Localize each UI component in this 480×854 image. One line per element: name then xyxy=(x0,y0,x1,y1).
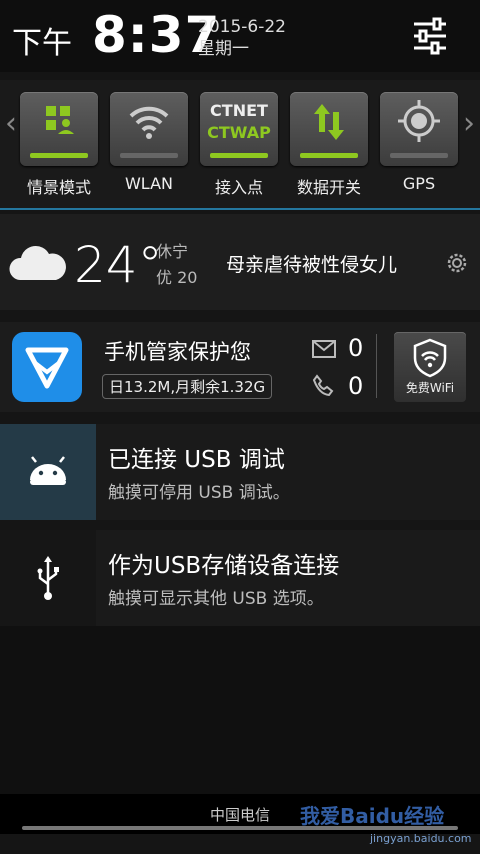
divider xyxy=(376,334,377,398)
toggle-state-bar xyxy=(120,153,178,158)
toggle-profile-mode[interactable] xyxy=(20,92,98,166)
toggle-label: 情景模式 xyxy=(26,178,91,197)
toggle-gps[interactable] xyxy=(380,92,458,166)
toggle-label: WLAN xyxy=(124,174,173,193)
manager-title: 手机管家保护您 xyxy=(104,340,251,364)
notification-icon-box xyxy=(0,530,96,626)
news-headline[interactable]: 母亲虐待被性侵女儿 xyxy=(226,250,397,277)
toggles-next-arrow[interactable]: › xyxy=(458,104,480,144)
android-debug-icon xyxy=(30,456,66,485)
cloud-icon xyxy=(9,245,66,280)
watermark-url: jingyan.baidu.com xyxy=(370,832,472,845)
notification-icon-box xyxy=(0,424,96,520)
weather-widget[interactable]: 24° 休宁 优 20 母亲虐待被性侵女儿 xyxy=(0,214,480,310)
notification-subtitle: 触摸可停用 USB 调试。 xyxy=(108,483,290,503)
apn-icon: CTNET CTWAP xyxy=(200,100,278,144)
toggle-label: GPS xyxy=(402,174,436,193)
wifi-shield-icon xyxy=(413,338,447,378)
city-name: 休宁 xyxy=(156,242,189,261)
notification-title: 作为USB存储设备连接 xyxy=(108,553,340,579)
toggles-prev-arrow[interactable]: ‹ xyxy=(0,104,22,144)
free-wifi-button[interactable]: 免费WiFi xyxy=(394,332,466,402)
wifi-icon xyxy=(129,106,169,139)
toggle-state-bar xyxy=(30,153,88,158)
mail-icon xyxy=(312,340,336,358)
usb-debug-notification[interactable]: 已连接 USB 调试 触摸可停用 USB 调试。 xyxy=(0,424,480,520)
apn-line1: CTNET xyxy=(210,101,268,120)
notification-header: 下午 8:37 2015-6-22 星期一 xyxy=(0,0,480,72)
message-count: 0 xyxy=(348,334,364,362)
temperature: 24° xyxy=(74,236,163,294)
apn-line2: CTWAP xyxy=(207,123,271,142)
date-block: 2015-6-22 星期一 xyxy=(198,16,286,60)
shield-icon[interactable] xyxy=(12,332,82,402)
sliders-icon xyxy=(414,17,446,55)
air-quality: 优 20 xyxy=(156,268,198,287)
quick-toggles: ‹ 情景模式 WLAN CTNET CTWAP 接入点 数据开关 GPS › xyxy=(0,80,480,210)
call-count: 0 xyxy=(348,372,364,400)
usb-storage-notification[interactable]: 作为USB存储设备连接 触摸可显示其他 USB 选项。 xyxy=(0,530,480,626)
notification-title: 已连接 USB 调试 xyxy=(108,447,285,473)
free-wifi-label: 免费WiFi xyxy=(405,381,455,395)
empty-area xyxy=(0,626,480,794)
divider xyxy=(0,208,480,210)
settings-button[interactable] xyxy=(408,14,452,58)
data-toggle-icon xyxy=(314,104,344,140)
toggle-apn[interactable]: CTNET CTWAP xyxy=(200,92,278,166)
toggle-label: 数据开关 xyxy=(296,178,361,197)
data-usage-badge: 日13.2M,月剩余1.32G xyxy=(102,374,273,399)
gear-icon[interactable] xyxy=(444,250,470,276)
gps-icon xyxy=(398,100,440,142)
phone-manager-card[interactable]: 手机管家保护您 日13.2M,月剩余1.32G 0 0 免费WiFi xyxy=(0,322,480,412)
watermark-logo: 我爱Baidu经验 xyxy=(300,804,445,828)
weekday-text: 星期一 xyxy=(198,39,249,59)
date-text: 2015-6-22 xyxy=(198,17,286,37)
am-pm-label: 下午 xyxy=(12,26,72,61)
toggle-state-bar xyxy=(300,153,358,158)
toggle-data[interactable] xyxy=(290,92,368,166)
toggle-state-bar xyxy=(210,153,268,158)
toggle-wlan[interactable] xyxy=(110,92,188,166)
usb-icon xyxy=(37,556,59,600)
toggle-label: 接入点 xyxy=(214,178,263,197)
phone-icon xyxy=(312,374,334,396)
notification-subtitle: 触摸可显示其他 USB 选项。 xyxy=(108,589,324,609)
profile-mode-icon xyxy=(46,106,74,134)
toggle-state-bar xyxy=(390,153,448,158)
